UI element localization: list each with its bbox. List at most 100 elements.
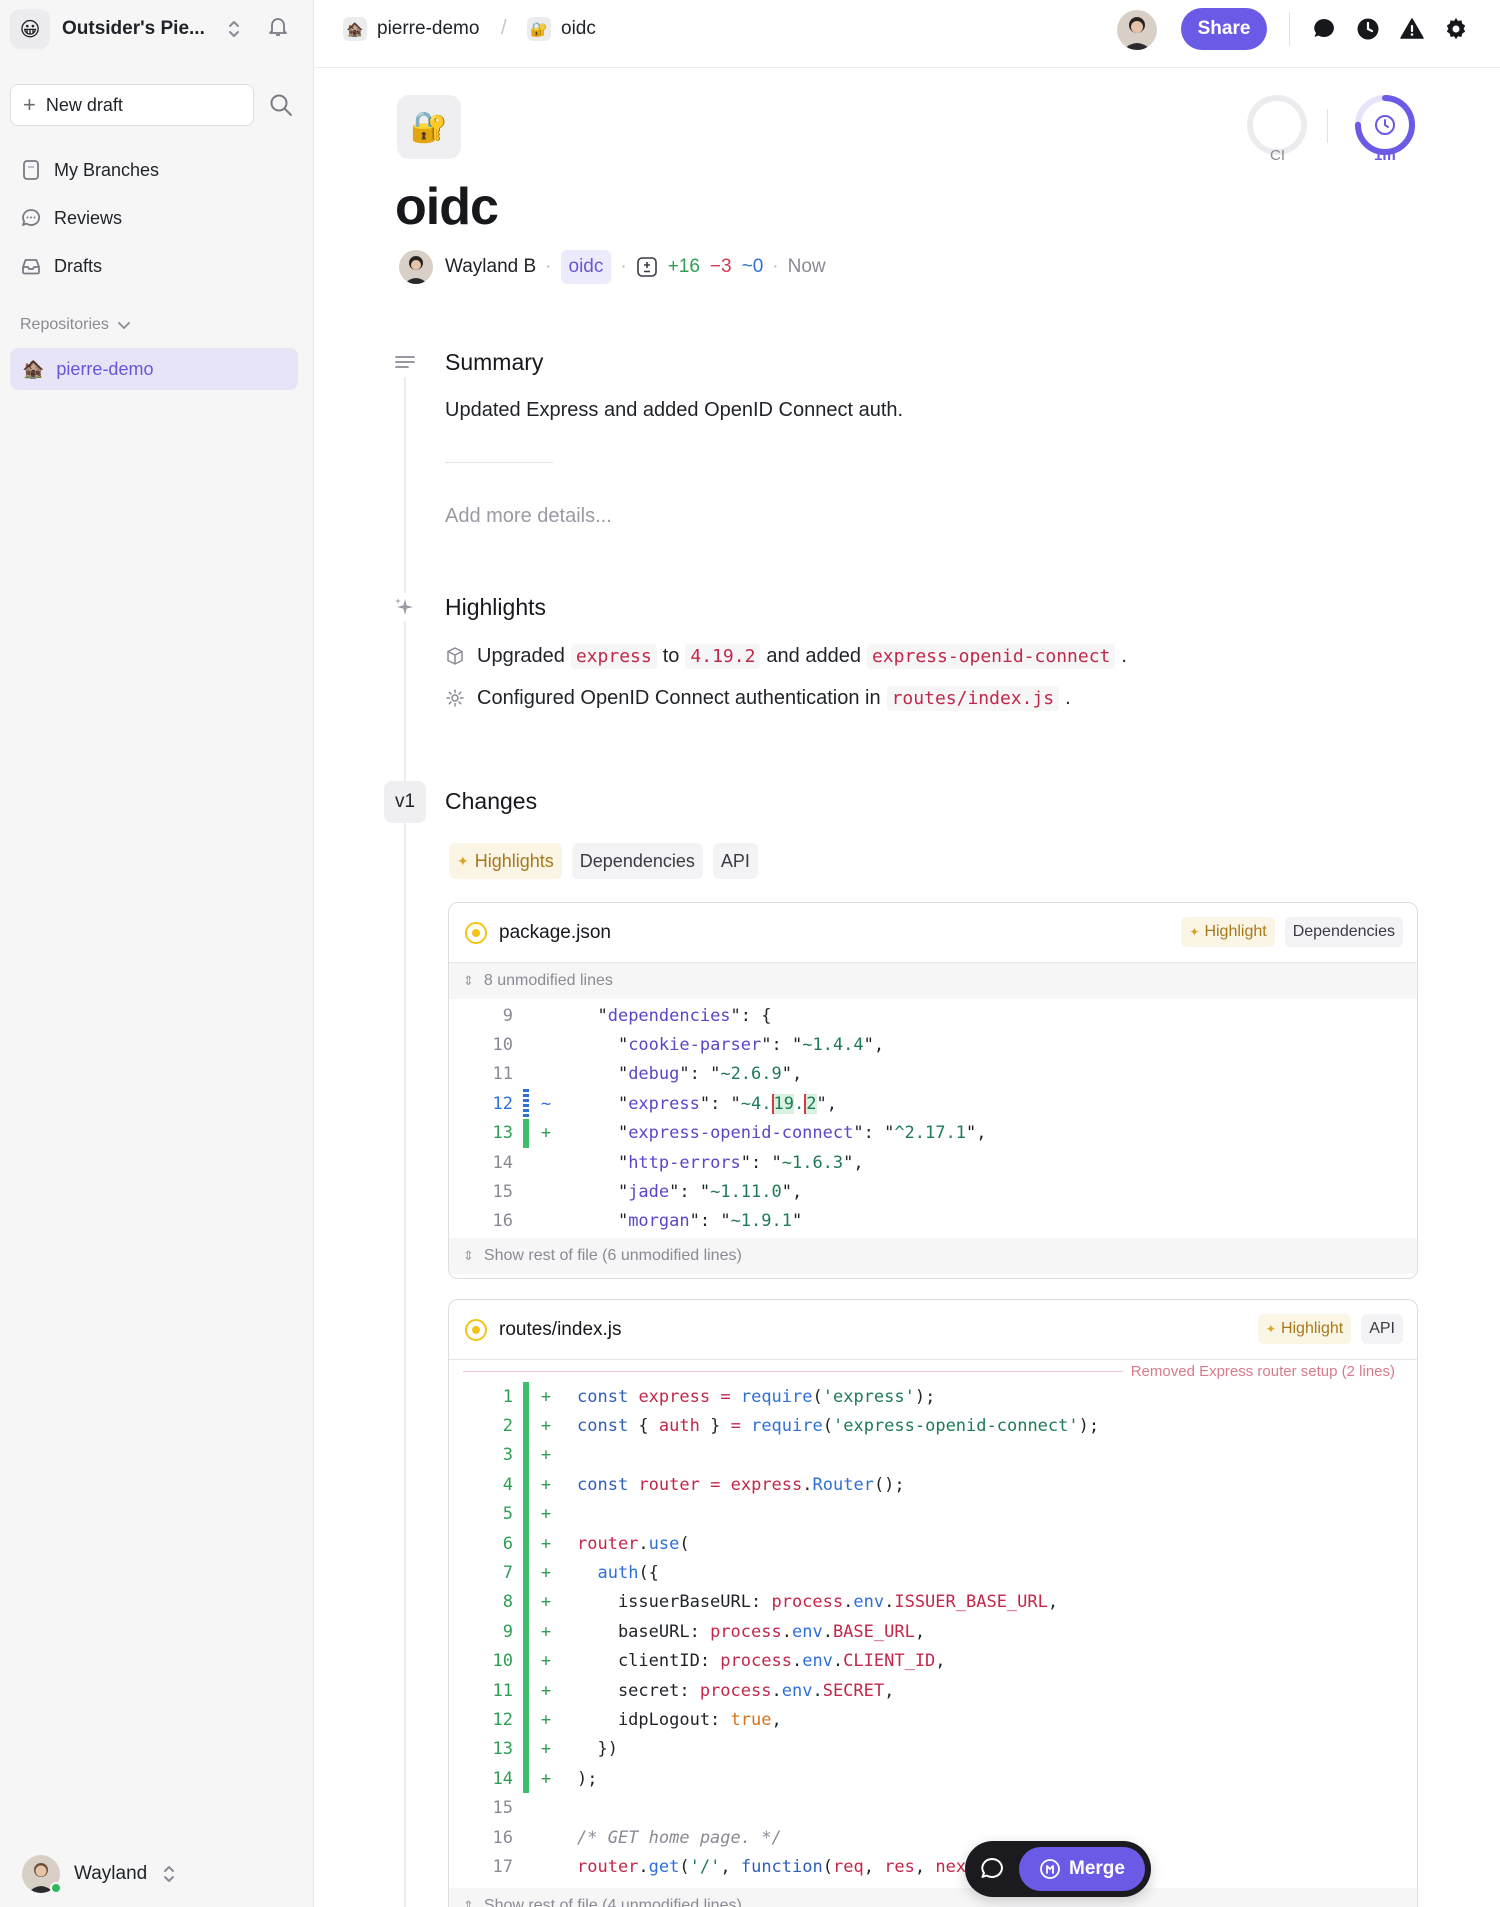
code-line: 14 "http-errors": "~1.6.3", [449,1148,1417,1177]
code-chip: routes/index.js [886,685,1060,711]
line-number: 13 [492,1123,513,1144]
avatar[interactable] [1117,10,1157,50]
highlights-heading: Highlights [445,594,546,620]
fold-label: Show rest of file (4 unmodified lines) [483,1896,742,1907]
user-menu[interactable]: Wayland [22,1852,179,1896]
code-chip: express [570,643,657,669]
line-number: 17 [492,1856,513,1877]
additions-count: +16 [667,256,700,277]
inbox-icon [22,259,40,275]
version-badge[interactable]: v1 [384,781,426,823]
branch-meta: Wayland B · oidc · +16 −3 ~0 · Now [399,249,826,285]
file-name: routes/index.js [499,1318,622,1340]
line-number: 11 [492,1680,513,1701]
breadcrumb-branch[interactable]: 🔐 oidc [527,16,596,42]
tab-dependencies[interactable]: Dependencies [571,843,703,879]
sidebar-item-reviews[interactable]: Reviews [10,198,298,238]
expand-icon: ⇕ [463,973,474,988]
change-filter-tabs: ✦ Highlights Dependencies API [449,843,758,881]
code-line: 17 router.get('/', function(req, res, nex… [449,1852,1417,1881]
bell-icon[interactable] [266,14,290,38]
page-title: oidc [395,178,499,236]
chevron-up-down-icon [229,21,239,37]
summary-heading: Summary [445,349,544,375]
breadcrumb-branch-label: oidc [561,18,596,39]
code-lines: 1 + const express = require('express'); 2 +… [449,1382,1417,1882]
search-icon[interactable] [268,92,294,118]
dependencies-tag[interactable]: Dependencies [1284,917,1403,947]
merge-button[interactable]: Merge [1019,1847,1145,1891]
gear-icon[interactable] [1443,16,1469,42]
divider [445,462,553,463]
highlight-tag[interactable]: ✦ Highlight [1181,917,1275,947]
tag-label: Highlight [1204,923,1267,940]
removed-lines-marker[interactable]: Removed Express router setup (2 lines) [449,1360,1417,1382]
code-line-added: 1 + const express = require('express'); [449,1382,1417,1412]
code-line: 15 [449,1793,1417,1822]
highlight-tag[interactable]: ✦ Highlight [1257,1314,1352,1344]
repositories-toggle[interactable]: Repositories [20,316,133,334]
line-number: 11 [492,1064,513,1085]
breadcrumb-repo[interactable]: 🏚️ pierre-demo [343,16,479,42]
avatar [399,250,433,284]
share-button[interactable]: Share [1181,8,1267,50]
branch-badge[interactable]: oidc [560,250,612,284]
online-status-dot [50,1882,62,1894]
code-line-added: 11 + secret: process.env.SECRET, [449,1675,1417,1706]
chat-bubble-icon [22,209,40,226]
meta-separator: · [620,256,627,277]
fold-label: 8 unmodified lines [483,972,613,989]
highlight-text: to [662,644,680,667]
merge-icon [1040,1859,1060,1879]
diff-stat-icon [636,257,657,277]
deletions-count: −3 [709,256,732,277]
highlight-text: Configured OpenID Connect authentication… [477,686,881,709]
code-line-added: 9 + baseURL: process.env.BASE_URL, [449,1617,1417,1647]
show-rest-of-file[interactable]: ⇕ Show rest of file (6 unmodified lines) [449,1238,1417,1275]
divider [1289,12,1290,46]
line-number: 16 [492,1827,513,1848]
modifications-count: ~0 [741,256,764,277]
code-line-added: 7 + auth({ [449,1558,1417,1588]
new-draft-button[interactable]: + New draft [10,84,254,126]
comment-icon[interactable] [1311,16,1337,42]
code-line: 16/* GET home page. */ [449,1823,1417,1852]
add-details-input[interactable]: Add more details... [445,505,612,528]
code-line: 9 "dependencies": { [449,1001,1417,1030]
code-line-added: 13 + "express-openid-connect": "^2.17.1", [449,1118,1417,1148]
expand-icon: ⇕ [463,1248,474,1264]
expand-unmodified-lines[interactable]: ⇕ 8 unmodified lines [449,963,1417,999]
workspace-switcher[interactable]: 😀 Outsider's Pie... [10,6,300,52]
highlight-text: . [1121,644,1127,667]
api-tag[interactable]: API [1361,1314,1403,1344]
tab-api[interactable]: API [712,843,758,879]
sidebar-item-label: Reviews [54,207,123,228]
workspace-name: Outsider's Pie... [62,18,205,39]
warning-icon[interactable] [1399,16,1425,42]
author-name[interactable]: Wayland B [445,256,536,278]
workspace-avatar: 😀 [10,9,50,49]
branch-emoji: 🔐 [527,17,551,41]
summary-text[interactable]: Updated Express and added OpenID Connect… [445,399,903,422]
file-header[interactable]: routes/index.js ✦ Highlight API [449,1300,1417,1360]
code-line-added: 13 + }) [449,1734,1417,1765]
sidebar-item-pierre-demo[interactable]: 🏚️ pierre-demo [10,348,298,390]
comment-button[interactable] [971,1848,1013,1890]
line-number: 10 [492,1651,513,1672]
sidebar-item-drafts[interactable]: Drafts [10,246,298,286]
repo-label: pierre-demo [56,358,154,379]
user-name: Wayland [74,1863,148,1884]
modified-file-icon [465,921,487,944]
file-header[interactable]: package.json ✦ Highlight Dependencies [449,903,1417,963]
line-number: 16 [492,1211,513,1232]
tab-highlights[interactable]: ✦ Highlights [449,843,562,879]
code-lines: 9 "dependencies": { 10 "cookie-parser": … [449,999,1417,1238]
clock-icon[interactable] [1355,16,1381,42]
highlight-item: Upgraded express to 4.19.2 and added exp… [445,640,1127,672]
line-number: 13 [492,1739,513,1760]
sparkle-icon: ✦ [457,852,469,869]
line-number: 1 [502,1386,513,1407]
sidebar-item-my-branches[interactable]: My Branches [10,150,298,190]
show-rest-of-file[interactable]: ⇕ Show rest of file (4 unmodified lines) [449,1887,1417,1907]
code-line-added: 5 + [449,1499,1417,1529]
